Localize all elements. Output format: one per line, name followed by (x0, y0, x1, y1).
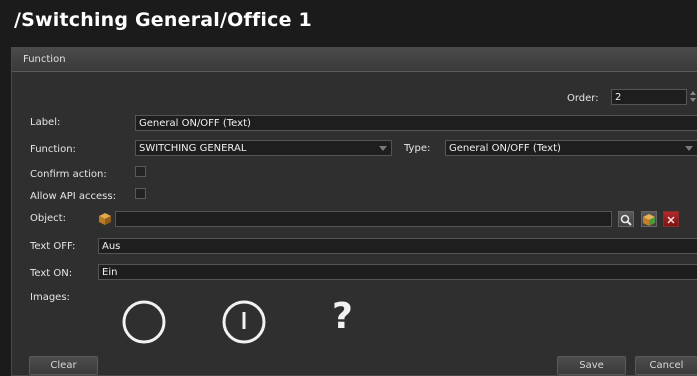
panel-header-title: Function (23, 54, 66, 65)
object-cube-icon (643, 214, 655, 226)
order-label: Order: (567, 93, 599, 104)
confirm-action-label: Confirm action: (30, 169, 107, 180)
page-title: /Switching General/Office 1 (14, 9, 312, 31)
save-button[interactable]: Save (557, 356, 626, 375)
text-off-input[interactable]: Aus (98, 238, 697, 254)
select-object-button[interactable] (641, 211, 657, 227)
search-button[interactable] (618, 211, 634, 227)
spinner-up-icon[interactable] (690, 91, 696, 95)
function-select[interactable]: SWITCHING GENERAL (135, 140, 392, 156)
close-icon (667, 216, 675, 224)
function-label: Function: (30, 144, 76, 155)
allow-api-checkbox[interactable] (135, 188, 146, 199)
type-label: Type: (404, 143, 431, 154)
type-select[interactable]: General ON/OFF (Text) (445, 140, 697, 156)
clear-object-button[interactable] (663, 211, 679, 227)
text-off-label: Text OFF: (30, 241, 76, 252)
panel-header: Function (12, 48, 697, 72)
order-spinner[interactable] (689, 89, 697, 105)
chevron-down-icon[interactable] (685, 146, 693, 151)
clear-button[interactable]: Clear (29, 356, 98, 375)
object-label: Object: (30, 213, 66, 224)
search-icon (620, 214, 632, 226)
function-panel: Function Order: 2 Label: General ON/OFF … (11, 47, 697, 376)
object-cube-icon (99, 213, 111, 225)
circle-off-icon[interactable] (121, 299, 167, 345)
text-on-input[interactable]: Ein (98, 264, 697, 280)
cancel-button[interactable]: Cancel (635, 356, 697, 375)
question-mark-icon[interactable]: ? (332, 296, 353, 337)
circle-power-icon[interactable] (221, 299, 267, 345)
text-on-label: Text ON: (30, 268, 73, 279)
allow-api-label: Allow API access: (30, 191, 116, 202)
confirm-action-checkbox[interactable] (135, 166, 146, 177)
order-input[interactable]: 2 (611, 89, 687, 105)
images-label: Images: (30, 292, 70, 303)
spinner-down-icon[interactable] (690, 98, 696, 102)
type-select-value: General ON/OFF (Text) (449, 143, 561, 154)
label-label: Label: (30, 117, 61, 128)
chevron-down-icon[interactable] (379, 146, 387, 151)
label-input[interactable]: General ON/OFF (Text) (135, 115, 697, 131)
function-select-value: SWITCHING GENERAL (139, 143, 247, 154)
object-input[interactable] (115, 211, 612, 227)
